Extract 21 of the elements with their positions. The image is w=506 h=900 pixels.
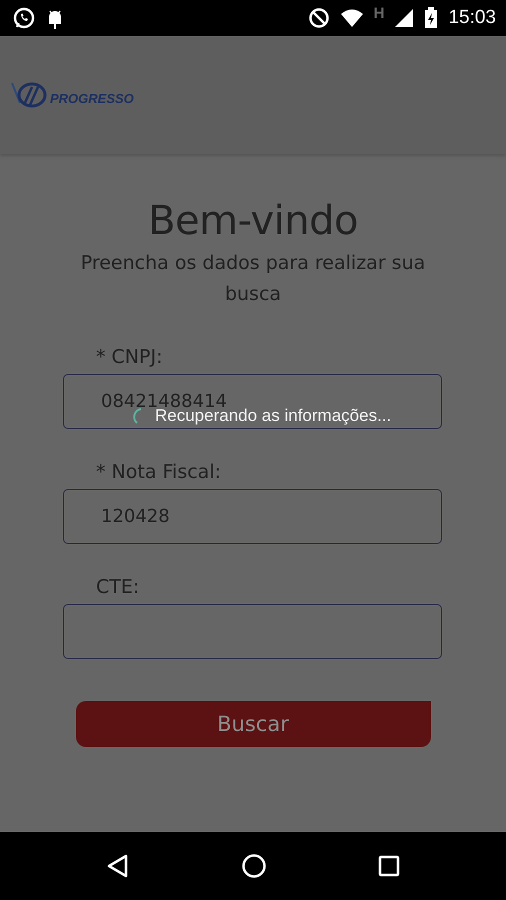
- wifi-icon: [340, 8, 364, 28]
- recents-icon[interactable]: [378, 855, 400, 877]
- clock: 15:03: [448, 7, 496, 29]
- logo-text: PROGRESSO: [50, 90, 134, 106]
- signal-icon: [394, 8, 414, 28]
- field-label: * CNPJ:: [96, 346, 162, 368]
- loading-message: Recuperando as informações...: [155, 406, 392, 426]
- battery-icon: [424, 7, 438, 29]
- input-field[interactable]: [63, 604, 442, 659]
- home-icon[interactable]: [240, 853, 267, 879]
- do-not-disturb-icon: [308, 7, 330, 29]
- chat-icon: [12, 6, 36, 30]
- welcome-title: Bem-vindo: [148, 198, 358, 244]
- field-label: CTE:: [96, 576, 140, 598]
- logo-icon: [10, 81, 48, 109]
- input-field[interactable]: 120428: [63, 489, 442, 544]
- search-button[interactable]: Buscar: [76, 701, 430, 747]
- field-label: * Nota Fiscal:: [96, 461, 222, 483]
- back-icon[interactable]: [106, 854, 130, 878]
- network-type: H: [374, 4, 384, 22]
- subtitle: Preencha os dados para realizar sua busca: [80, 251, 426, 307]
